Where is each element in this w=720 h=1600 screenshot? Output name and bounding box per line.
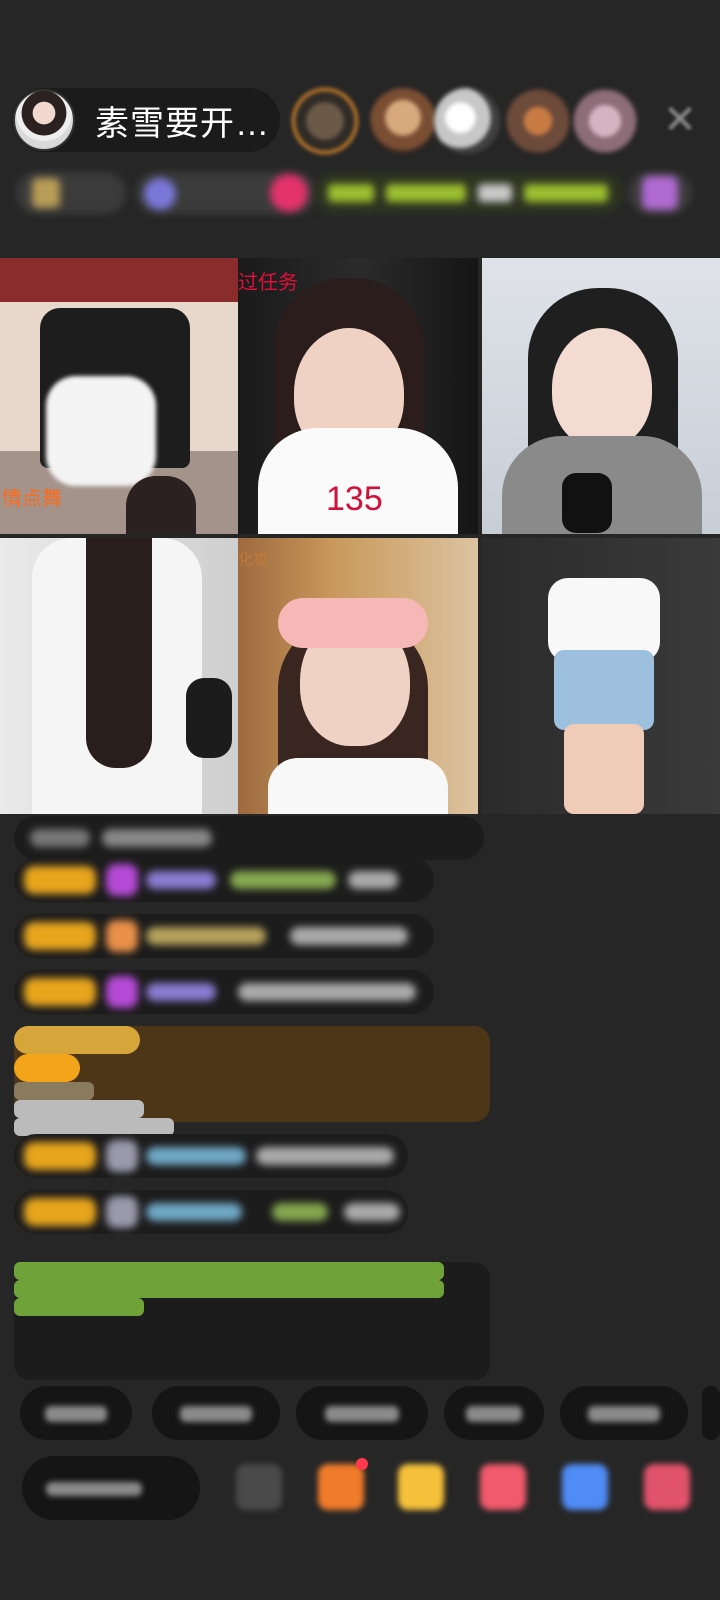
- microphone: [562, 473, 612, 533]
- face: [552, 328, 652, 448]
- chat-input[interactable]: [22, 1456, 200, 1520]
- badge-row: [16, 172, 700, 218]
- host-info-pill[interactable]: 素雪要开…: [12, 88, 280, 152]
- chat-message: [14, 858, 434, 902]
- chair-fur: [46, 376, 156, 486]
- emoji-icon[interactable]: [236, 1464, 282, 1510]
- viewer-avatar-2[interactable]: [370, 88, 436, 154]
- host-avatar[interactable]: [13, 89, 75, 151]
- microphone: [186, 678, 232, 758]
- chat-message: [14, 970, 434, 1014]
- quick-reply-chip[interactable]: [702, 1386, 720, 1440]
- quick-reply-row: [20, 1386, 720, 1440]
- gift-icon[interactable]: [644, 1464, 690, 1510]
- quick-reply-chip[interactable]: [20, 1386, 132, 1440]
- system-notice: [14, 1262, 490, 1380]
- activity-badge[interactable]: [314, 172, 624, 214]
- fan-club-badge[interactable]: [136, 172, 316, 214]
- head-silhouette: [126, 476, 196, 534]
- share-icon[interactable]: [562, 1464, 608, 1510]
- tile-1-label: 情点舞: [2, 488, 62, 510]
- chat-message: [14, 816, 484, 860]
- viewer-avatar-1[interactable]: [292, 88, 358, 154]
- video-tile-3[interactable]: [482, 258, 720, 534]
- viewer-avatar-5[interactable]: [572, 88, 638, 154]
- legs: [564, 724, 644, 814]
- denim-shorts: [554, 650, 654, 730]
- bottom-action-bar: [0, 1450, 720, 1530]
- quick-reply-chip[interactable]: [152, 1386, 280, 1440]
- gift-badge[interactable]: [628, 172, 692, 214]
- notification-dot: [356, 1458, 368, 1470]
- video-tile-1[interactable]: 情点舞: [0, 258, 240, 534]
- long-hair: [86, 538, 152, 768]
- chat-message: [14, 914, 434, 958]
- shop-icon[interactable]: [318, 1464, 364, 1510]
- viewer-avatar-3[interactable]: [434, 88, 500, 154]
- video-tile-2[interactable]: 过任务 135: [238, 258, 478, 534]
- quick-reply-chip[interactable]: [444, 1386, 544, 1440]
- pig-filter-headband: [278, 598, 428, 648]
- tile-2-score: 135: [326, 480, 383, 518]
- chat-message-highlighted: [14, 1026, 490, 1136]
- heart-icon[interactable]: [480, 1464, 526, 1510]
- video-tile-6[interactable]: [482, 538, 720, 814]
- quick-reply-chip[interactable]: [560, 1386, 688, 1440]
- gift-box-icon[interactable]: [398, 1464, 444, 1510]
- tile-2-label: 过任务: [238, 272, 298, 294]
- host-name: 素雪要开…: [95, 104, 270, 143]
- chat-message: [14, 1190, 408, 1234]
- viewer-avatar-4[interactable]: [505, 88, 571, 154]
- close-icon[interactable]: ✕: [660, 100, 700, 140]
- video-tile-5[interactable]: 化妆: [238, 538, 478, 814]
- chat-message: [14, 1134, 408, 1178]
- tile-5-label: 化妆: [238, 551, 269, 568]
- video-tile-4[interactable]: [0, 538, 240, 814]
- quick-reply-chip[interactable]: [296, 1386, 428, 1440]
- white-top: [268, 758, 448, 814]
- rank-badge[interactable]: [16, 172, 126, 214]
- multi-guest-video-grid: 情点舞 过任务 135 化妆: [0, 258, 720, 814]
